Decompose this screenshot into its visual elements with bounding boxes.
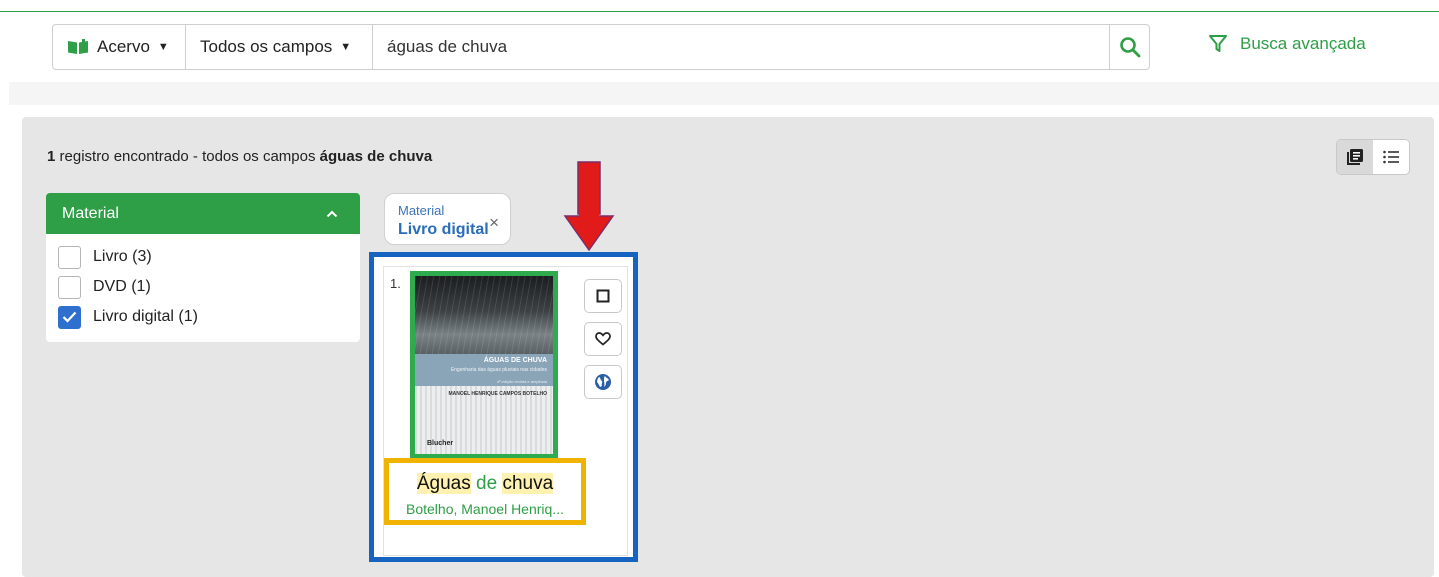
results-summary: 1 registro encontrado - todos os campos … — [47, 148, 432, 165]
caret-down-icon: ▼ — [157, 41, 169, 53]
search-input[interactable]: águas de chuva — [373, 25, 1109, 69]
cards-icon — [1346, 148, 1364, 166]
search-icon — [1119, 36, 1141, 58]
header-strip — [9, 82, 1439, 105]
material-facet: Material Livro (3) DVD (1) Livro digital… — [46, 193, 360, 342]
facet-list: Livro (3) DVD (1) Livro digital (1) — [46, 234, 360, 332]
results-summary-text: registro encontrado - todos os campos — [55, 148, 320, 165]
globe-icon — [594, 373, 612, 391]
list-icon — [1383, 150, 1399, 164]
heart-icon — [595, 332, 611, 346]
search-query-text: águas de chuva — [387, 37, 508, 56]
online-access-button[interactable] — [584, 365, 622, 399]
material-facet-header[interactable]: Material — [46, 193, 360, 234]
checkbox[interactable] — [58, 245, 81, 269]
check-icon — [62, 311, 77, 323]
facet-item-label: DVD (1) — [93, 278, 151, 295]
favorite-button[interactable] — [584, 322, 622, 356]
checkbox[interactable] — [58, 275, 81, 299]
square-checkbox-icon — [596, 289, 610, 303]
field-dropdown[interactable]: Todos os campos ▼ — [186, 25, 373, 69]
advanced-search-label: Busca avançada — [1240, 34, 1366, 53]
grid-view-button[interactable] — [1337, 140, 1373, 174]
facet-item-livro[interactable]: Livro (3) — [46, 242, 360, 272]
results-panel — [22, 117, 1434, 577]
caret-down-icon: ▼ — [340, 41, 352, 53]
cover-highlight: ÁGUAS DE CHUVA Engenharia das águas pluv… — [410, 271, 558, 459]
search-button[interactable] — [1109, 25, 1149, 69]
scope-label: Acervo — [97, 37, 150, 56]
record-title[interactable]: Águas de chuva — [389, 473, 581, 495]
title-author-highlight: Águas de chuva Botelho, Manoel Henriq... — [384, 458, 586, 525]
filter-icon — [1208, 34, 1228, 54]
facet-item-livro-digital[interactable]: Livro digital (1) — [46, 302, 360, 332]
facet-item-dvd[interactable]: DVD (1) — [46, 272, 360, 302]
search-bar: Acervo ▼ Todos os campos ▼ águas de chuv… — [52, 24, 1150, 70]
book-icon — [67, 39, 89, 55]
advanced-search-link[interactable]: Busca avançada — [1208, 34, 1366, 54]
field-label: Todos os campos — [200, 37, 333, 56]
book-cover-image[interactable]: ÁGUAS DE CHUVA Engenharia das águas pluv… — [415, 276, 553, 454]
cover-author: MANOEL HENRIQUE CAMPOS BOTELHO — [448, 391, 547, 397]
scope-dropdown[interactable]: Acervo ▼ — [53, 25, 186, 69]
title-word: de — [476, 473, 498, 494]
active-filter-chip: Material Livro digital × — [384, 193, 511, 245]
cover-publisher: Blucher — [427, 440, 454, 447]
record-rank: 1. — [390, 276, 401, 291]
list-view-button[interactable] — [1373, 140, 1409, 174]
facet-title: Material — [62, 204, 119, 222]
view-toggle — [1336, 139, 1410, 175]
cover-subtitle: Engenharia das águas pluviais nas cidade… — [450, 367, 547, 373]
cover-edition: 4ª edição revista e ampliada — [496, 379, 547, 384]
title-highlight-word: chuva — [502, 473, 554, 494]
close-icon[interactable]: × — [489, 214, 499, 231]
red-arrow-annotation — [563, 161, 615, 252]
results-query: águas de chuva — [319, 148, 433, 165]
select-record-button[interactable] — [584, 279, 622, 313]
cover-rain-overlay — [415, 276, 553, 354]
cover-title: ÁGUAS DE CHUVA — [483, 357, 547, 364]
top-divider — [0, 11, 1439, 12]
title-highlight-word: Águas — [416, 473, 471, 494]
chevron-up-icon — [326, 210, 338, 218]
facet-item-label: Livro digital (1) — [93, 308, 198, 325]
checkbox-checked[interactable] — [58, 305, 81, 329]
record-author-link[interactable]: Botelho, Manoel Henriq... — [389, 501, 581, 517]
facet-item-label: Livro (3) — [93, 248, 152, 265]
